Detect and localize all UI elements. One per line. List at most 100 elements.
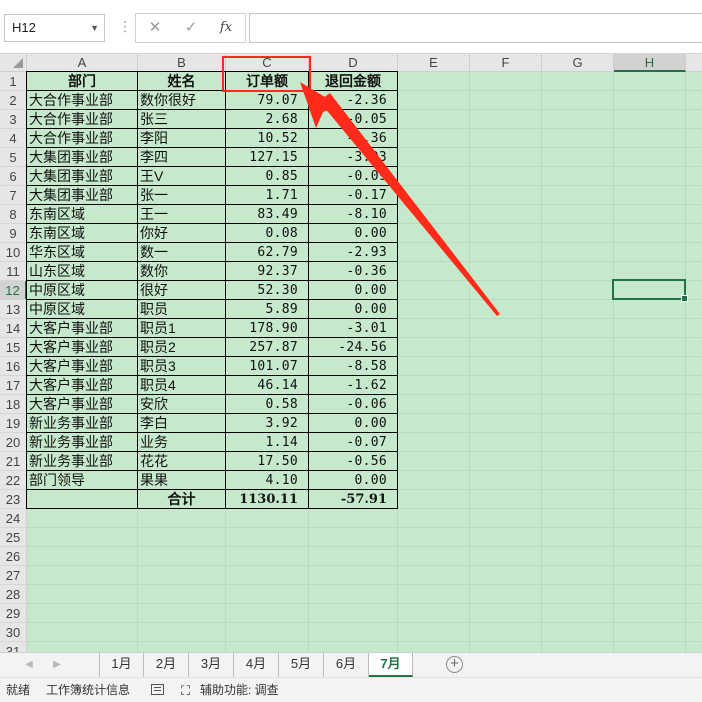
row-header-29[interactable]: 29 (0, 604, 27, 623)
table-cell[interactable]: 职员4 (138, 376, 226, 395)
row-header-6[interactable]: 6 (0, 167, 27, 186)
table-cell[interactable]: 业务 (138, 433, 226, 452)
table-cell[interactable]: -0.56 (309, 452, 398, 471)
table-cell[interactable]: 新业务事业部 (27, 452, 138, 471)
enter-icon[interactable]: ✓ (176, 14, 206, 42)
column-header-e[interactable]: E (398, 54, 470, 72)
spreadsheet-grid[interactable]: A B C D E F G H 1 2 3 4 5 6 7 8 9 10 11 12 13 14 15 16 17 18 19 20 2… (0, 54, 702, 652)
sheet-tab-3[interactable]: 3月 (189, 653, 234, 677)
table-cell[interactable]: 中原区域 (27, 281, 138, 300)
row-header-23[interactable]: 23 (0, 490, 27, 509)
table-cell[interactable]: 178.90 (226, 319, 309, 338)
table-cell[interactable]: 83.49 (226, 205, 309, 224)
row-header-4[interactable]: 4 (0, 129, 27, 148)
name-box[interactable]: H12 ▼ (4, 14, 105, 42)
table-cell[interactable]: 王V (138, 167, 226, 186)
column-header-g[interactable]: G (542, 54, 614, 72)
table-cell[interactable]: 0.00 (309, 471, 398, 490)
table-cell[interactable]: -24.56 (309, 338, 398, 357)
add-sheet-button[interactable]: + (446, 656, 463, 673)
table-cell[interactable]: 46.14 (226, 376, 309, 395)
row-header-17[interactable]: 17 (0, 376, 27, 395)
table-cell[interactable]: 17.50 (226, 452, 309, 471)
row-header-7[interactable]: 7 (0, 186, 27, 205)
formula-input[interactable] (249, 13, 702, 43)
sheet-tab-7[interactable]: 7月 (369, 653, 413, 677)
table-cell[interactable]: 62.79 (226, 243, 309, 262)
table-cell[interactable]: 0.00 (309, 414, 398, 433)
total-cell[interactable]: -57.91 (309, 490, 398, 509)
row-header-1[interactable]: 1 (0, 72, 27, 91)
table-cell[interactable]: 新业务事业部 (27, 433, 138, 452)
table-header-cell[interactable]: 姓名 (138, 72, 226, 91)
table-cell[interactable]: -0.07 (309, 433, 398, 452)
select-all-corner[interactable] (0, 54, 27, 72)
table-cell[interactable]: 大合作事业部 (27, 129, 138, 148)
row-header-14[interactable]: 14 (0, 319, 27, 338)
sheet-tab-5[interactable]: 5月 (279, 653, 324, 677)
table-header-cell[interactable]: 部门 (27, 72, 138, 91)
table-cell[interactable]: -0.36 (309, 129, 398, 148)
table-cell[interactable]: 大合作事业部 (27, 91, 138, 110)
table-cell[interactable]: 0.58 (226, 395, 309, 414)
accessibility-status[interactable]: 辅助功能: 调查 (200, 683, 279, 698)
table-cell[interactable]: 张一 (138, 186, 226, 205)
row-header-8[interactable]: 8 (0, 205, 27, 224)
row-header-31[interactable]: 31 (0, 642, 27, 652)
table-cell[interactable]: -0.36 (309, 262, 398, 281)
table-cell[interactable]: -0.17 (309, 186, 398, 205)
table-cell[interactable]: 部门领导 (27, 471, 138, 490)
table-cell[interactable]: 中原区域 (27, 300, 138, 319)
table-cell[interactable]: 大客户事业部 (27, 376, 138, 395)
table-cell[interactable]: 5.89 (226, 300, 309, 319)
insert-function-icon[interactable]: fx (211, 14, 241, 42)
table-cell[interactable]: 0.00 (309, 300, 398, 319)
table-cell[interactable]: 92.37 (226, 262, 309, 281)
sheet-tab-6[interactable]: 6月 (324, 653, 369, 677)
total-cell[interactable] (27, 490, 138, 509)
row-header-2[interactable]: 2 (0, 91, 27, 110)
table-cell[interactable]: 2.68 (226, 110, 309, 129)
table-cell[interactable]: 0.08 (226, 224, 309, 243)
chevron-down-icon[interactable]: ▼ (90, 15, 99, 41)
table-cell[interactable]: 山东区域 (27, 262, 138, 281)
row-header-27[interactable]: 27 (0, 566, 27, 585)
row-header-24[interactable]: 24 (0, 509, 27, 528)
row-header-25[interactable]: 25 (0, 528, 27, 547)
table-cell[interactable]: 数一 (138, 243, 226, 262)
table-cell[interactable]: 张三 (138, 110, 226, 129)
table-cell[interactable]: 0.00 (309, 281, 398, 300)
table-cell[interactable]: 大集团事业部 (27, 186, 138, 205)
drag-handle-icon[interactable]: ⋮ (118, 18, 132, 35)
sheet-tab-1[interactable]: 1月 (99, 653, 144, 677)
table-cell[interactable]: 大合作事业部 (27, 110, 138, 129)
table-cell[interactable]: 大客户事业部 (27, 338, 138, 357)
table-cell[interactable]: 79.07 (226, 91, 309, 110)
total-cell[interactable]: 1130.11 (226, 490, 309, 509)
cancel-icon[interactable]: ✕ (140, 14, 170, 42)
row-header-20[interactable]: 20 (0, 433, 27, 452)
scroll-tabs-right-icon[interactable]: ▶ (49, 657, 65, 673)
table-cell[interactable]: 王一 (138, 205, 226, 224)
table-cell[interactable]: -3.03 (309, 148, 398, 167)
table-cell[interactable]: 职员1 (138, 319, 226, 338)
row-header-19[interactable]: 19 (0, 414, 27, 433)
sheet-tab-4[interactable]: 4月 (234, 653, 279, 677)
accessibility-icon[interactable]: ⛶ (181, 683, 190, 698)
table-cell[interactable]: 新业务事业部 (27, 414, 138, 433)
row-header-22[interactable]: 22 (0, 471, 27, 490)
table-cell[interactable]: 职员 (138, 300, 226, 319)
table-cell[interactable]: 1.14 (226, 433, 309, 452)
table-cell[interactable]: 果果 (138, 471, 226, 490)
table-cell[interactable]: 李四 (138, 148, 226, 167)
selected-cell[interactable] (612, 279, 688, 302)
row-header-13[interactable]: 13 (0, 300, 27, 319)
column-header-c[interactable]: C (226, 54, 309, 72)
table-cell[interactable]: 职员3 (138, 357, 226, 376)
row-header-3[interactable]: 3 (0, 110, 27, 129)
table-cell[interactable]: -0.09 (309, 167, 398, 186)
table-cell[interactable]: 101.07 (226, 357, 309, 376)
table-cell[interactable]: 安欣 (138, 395, 226, 414)
table-cell[interactable]: -0.05 (309, 110, 398, 129)
table-cell[interactable]: 大客户事业部 (27, 357, 138, 376)
